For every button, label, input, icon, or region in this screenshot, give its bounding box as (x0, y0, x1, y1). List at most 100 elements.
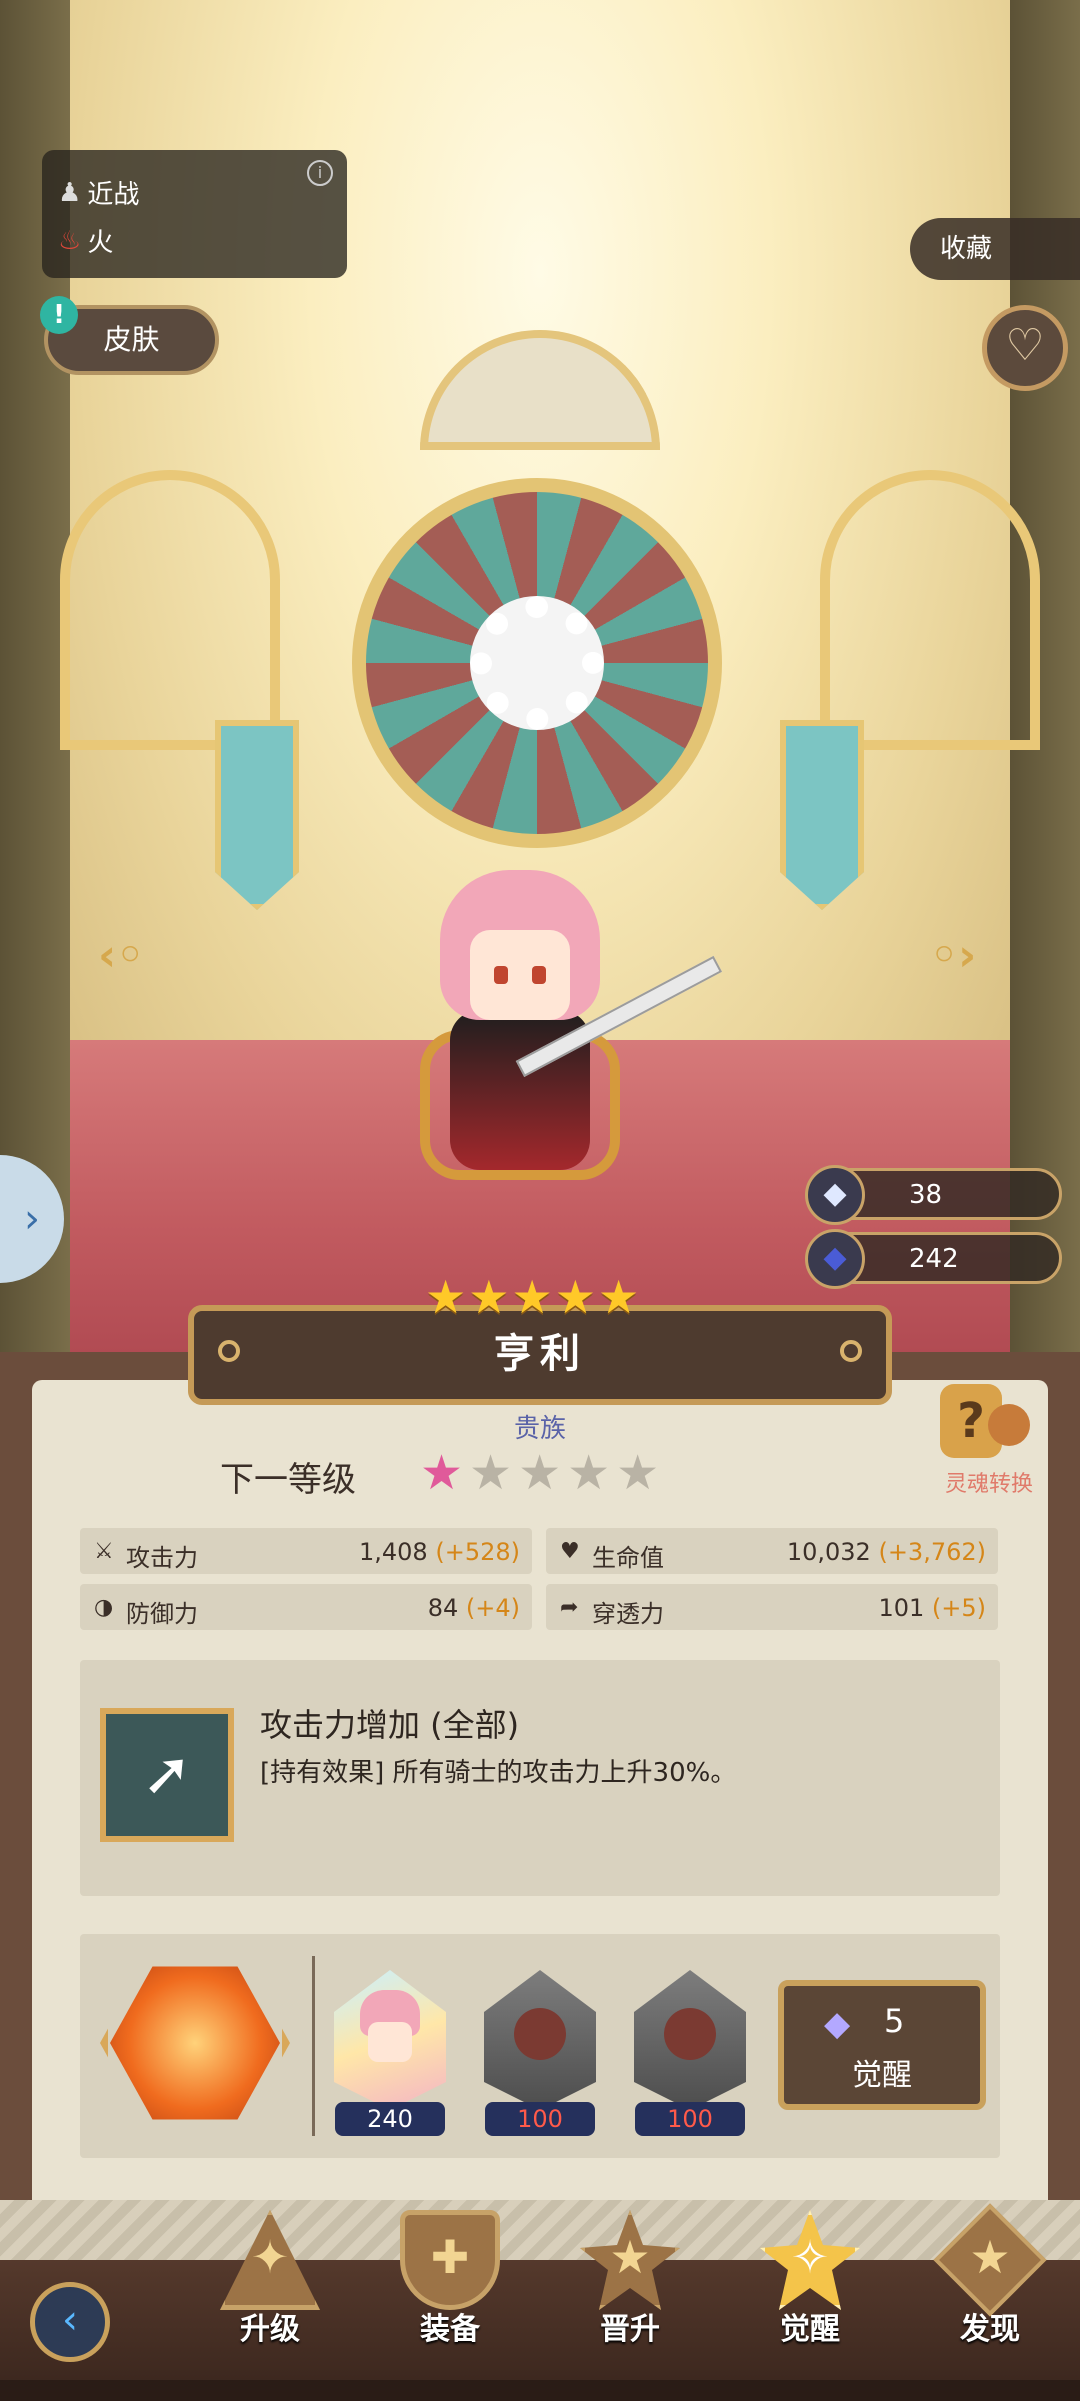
currency-crystal[interactable]: ◆ 38 (805, 1165, 1062, 1225)
fire-element-icon: ♨ (58, 225, 82, 256)
gear-emblem (470, 596, 604, 730)
material-count: 100 (635, 2102, 745, 2136)
effect-description: [持有效果] 所有骑士的攻击力上升30%。 (260, 1758, 737, 1788)
character-face (470, 930, 570, 1020)
stat-bonus: (+528) (435, 1538, 520, 1566)
next-character-arrow[interactable]: ◦› (930, 930, 976, 981)
star-icon: ★ (511, 1270, 553, 1324)
chevron-right-icon: › (24, 1196, 40, 1242)
plate-ornament-left (218, 1340, 240, 1362)
effect-title: 攻击力增加 (全部) (260, 1706, 520, 1744)
stat-value: 10,032 (786, 1538, 871, 1566)
sword-icon: ⚔ (94, 1539, 114, 1564)
stat-value-wrap: 10,032 (+3,762) (787, 1538, 986, 1566)
crystal-icon: ◆ (805, 1165, 865, 1225)
star-icon: ★ (425, 1270, 467, 1324)
crystal-icon: ◆ (824, 2004, 851, 2044)
nav-discover[interactable]: ★ 发现 (910, 2200, 1070, 2347)
stat-name: 攻击力 (126, 1544, 198, 1572)
awaken-button-label: 觉醒 (852, 2058, 912, 2093)
empty-star-icon: ★ (567, 1445, 611, 1501)
currency-blue-gem[interactable]: ◆ 242 (805, 1229, 1062, 1289)
stat-value-wrap: 1,408 (+528) (359, 1538, 520, 1566)
nav-label: 升级 (240, 2312, 300, 2347)
right-arch (820, 470, 1040, 750)
upgrade-icon: ✦ (250, 2230, 290, 2284)
pink-star-icon: ★ (420, 1445, 464, 1501)
defense-icon: ◑ (94, 1595, 114, 1620)
discover-icon: ★ (969, 2230, 1011, 2284)
star-icon: ★ (598, 1270, 640, 1324)
character-eye (532, 966, 546, 984)
stat-value: 84 (427, 1594, 459, 1622)
fire-element-icon (664, 2008, 716, 2060)
material-count: 100 (485, 2102, 595, 2136)
rose-window (420, 330, 660, 450)
material-count: 240 (335, 2102, 445, 2136)
nav-label: 觉醒 (780, 2312, 840, 2347)
right-banner (780, 720, 864, 910)
attack-type-row: ♟ 近战 (58, 174, 139, 211)
shard-face (368, 2022, 412, 2062)
stat-bonus: (+3,762) (878, 1538, 986, 1566)
empty-star-icon: ★ (616, 1445, 660, 1501)
soul-convert-label: 灵魂转换 (945, 1472, 1034, 1497)
next-level-label: 下一等级 (220, 1460, 356, 1500)
left-banner (215, 720, 299, 910)
promote-icon: ★ (609, 2230, 651, 2284)
nav-bottom-edge (0, 2380, 1080, 2401)
fire-element-icon (514, 2008, 566, 2060)
plate-ornament-right (840, 1340, 862, 1362)
star-icon: ★ (554, 1270, 596, 1324)
character-type-panel: i ♟ 近战 ♨ 火 (42, 150, 347, 278)
soul-fire-icon (988, 1404, 1030, 1446)
awaken-button[interactable]: ◆ 5 觉醒 (778, 1980, 986, 2110)
stat-value: 101 (878, 1594, 925, 1622)
attack-type-label: 近战 (87, 180, 140, 210)
nav-promote[interactable]: ★ 晋升 (550, 2200, 710, 2347)
empty-star-icon: ★ (518, 1445, 562, 1501)
heart-icon: ♡ (1005, 320, 1045, 371)
element-label: 火 (87, 228, 114, 258)
heart-shield-icon: ♥ (560, 1539, 580, 1564)
melee-icon: ♟ (58, 177, 82, 208)
stat-defense: ◑ 防御力 84 (+4) (80, 1584, 532, 1630)
next-level-stars: ★ ★ ★ ★ ★ (420, 1446, 659, 1500)
nav-upgrade[interactable]: ✦ 升级 (190, 2200, 350, 2347)
prev-character-arrow[interactable]: ‹◦ (98, 930, 144, 981)
star-icon: ★ (468, 1270, 510, 1324)
stat-name: 防御力 (126, 1600, 198, 1628)
nav-equipment[interactable]: ✚ 装备 (370, 2200, 530, 2347)
collect-button[interactable]: 收藏 (910, 218, 1080, 280)
stat-hp: ♥ 生命值 10,032 (+3,762) (546, 1528, 998, 1574)
empty-star-icon: ★ (469, 1445, 513, 1501)
left-arch (60, 470, 280, 750)
stat-bonus: (+5) (931, 1594, 986, 1622)
currency-crystal-value: 38 (909, 1180, 943, 1210)
favorite-heart-button[interactable]: ♡ (982, 305, 1068, 391)
nav-label: 发现 (960, 2312, 1020, 2347)
character-star-rating: ★ ★ ★ ★ ★ (425, 1274, 655, 1320)
equipment-icon: ✚ (430, 2230, 470, 2284)
stat-penetration: ➦ 穿透力 101 (+5) (546, 1584, 998, 1630)
stat-bonus: (+4) (465, 1594, 520, 1622)
stat-attack: ⚔ 攻击力 1,408 (+528) (80, 1528, 532, 1574)
nav-label: 晋升 (600, 2312, 660, 2347)
blue-gem-icon: ◆ (805, 1229, 865, 1289)
rank-label: 贵族 (513, 1414, 566, 1444)
alert-icon: ! (40, 296, 78, 334)
stat-value-wrap: 84 (+4) (428, 1594, 520, 1622)
attack-boost-icon: ➚ (100, 1708, 234, 1842)
soul-convert-button[interactable]: ? (930, 1384, 1040, 1474)
divider (312, 1956, 315, 2136)
nav-label: 装备 (420, 2312, 480, 2347)
element-row: ♨ 火 (58, 222, 113, 259)
back-button[interactable]: ‹ (30, 2282, 110, 2362)
info-icon[interactable]: i (307, 160, 333, 186)
nav-awaken[interactable]: ✧ 觉醒 (730, 2200, 890, 2347)
awaken-icon: ✧ (790, 2230, 830, 2284)
stat-value: 1,408 (358, 1538, 428, 1566)
chevron-left-icon: ‹ (62, 2297, 78, 2343)
stat-name: 穿透力 (592, 1600, 664, 1628)
stat-value-wrap: 101 (+5) (878, 1594, 986, 1622)
